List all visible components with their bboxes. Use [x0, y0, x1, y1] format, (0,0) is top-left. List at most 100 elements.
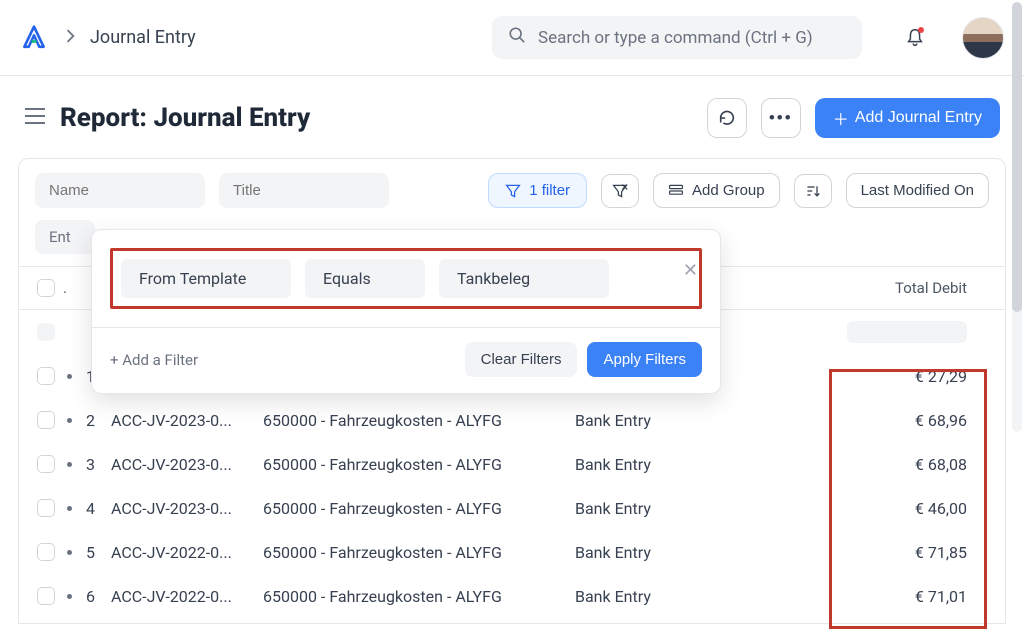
row-number: 3 [77, 455, 101, 474]
loading-skeleton [37, 323, 55, 341]
filter-button-label: 1 filter [529, 182, 570, 199]
table-row[interactable]: 3ACC-JV-2023-0...650000 - Fahrzeugkosten… [19, 442, 1005, 486]
filter-remove-button[interactable]: ✕ [677, 260, 704, 281]
avatar[interactable] [962, 17, 1004, 59]
cell-title: 650000 - Fahrzeugkosten - ALYFG [263, 543, 575, 562]
status-dot-icon [67, 550, 72, 555]
search-placeholder: Search or type a command (Ctrl + G) [538, 28, 813, 48]
table-row[interactable]: 6ACC-JV-2022-0...650000 - Fahrzeugkosten… [19, 574, 1005, 618]
cell-name[interactable]: ACC-JV-2023-0... [101, 499, 263, 518]
entry-type-filter-input[interactable]: Ent [35, 220, 95, 254]
cell-total-debit: € 71,01 [719, 587, 995, 606]
cell-total-debit: € 68,08 [719, 455, 995, 474]
search-wrap: Search or type a command (Ctrl + G) [492, 16, 862, 59]
name-filter-input[interactable] [35, 173, 205, 208]
clear-filter-button[interactable] [601, 174, 639, 208]
table-row[interactable]: 5ACC-JV-2022-0...650000 - Fahrzeugkosten… [19, 530, 1005, 574]
row-checkbox[interactable] [37, 411, 55, 429]
row-number: 6 [77, 587, 101, 606]
add-button-label: Add Journal Entry [855, 109, 982, 127]
cell-entry-type: Bank Entry [575, 587, 719, 606]
filter-field-select[interactable]: From Template [121, 259, 291, 298]
cell-title: 650000 - Fahrzeugkosten - ALYFG [263, 411, 575, 430]
breadcrumb-chevron-icon [64, 28, 78, 47]
add-group-label: Add Group [692, 182, 765, 199]
apply-filters-button[interactable]: Apply Filters [587, 342, 702, 377]
filter-button[interactable]: 1 filter [488, 173, 587, 208]
sort-icon [805, 183, 821, 199]
table-row[interactable]: 2ACC-JV-2023-0...650000 - Fahrzeugkosten… [19, 398, 1005, 442]
topbar: Journal Entry Search or type a command (… [0, 0, 1024, 76]
row-number: 5 [77, 543, 101, 562]
cell-entry-type: Bank Entry [575, 499, 719, 518]
last-modified-label: Last Modified On [861, 182, 974, 199]
cell-total-debit: € 27,29 [719, 367, 995, 386]
status-dot-icon [67, 506, 72, 511]
cell-name[interactable]: ACC-JV-2023-0... [101, 455, 263, 474]
filter-condition-row: From Template Equals Tankbeleg [110, 248, 702, 309]
search-icon [508, 26, 526, 49]
cell-entry-type: Bank Entry [575, 543, 719, 562]
notification-dot-icon [918, 27, 924, 33]
group-icon [668, 183, 684, 199]
page-header: Report: Journal Entry ••• ＋ Add Journal … [0, 76, 1024, 158]
cell-name[interactable]: ACC-JV-2022-0... [101, 587, 263, 606]
add-group-button[interactable]: Add Group [653, 173, 780, 208]
last-modified-button[interactable]: Last Modified On [846, 173, 989, 208]
filter-value-input[interactable]: Tankbeleg [439, 259, 609, 298]
row-number: 4 [77, 499, 101, 518]
row-checkbox[interactable] [37, 499, 55, 517]
filter-operator-select[interactable]: Equals [305, 259, 425, 298]
more-menu-button[interactable]: ••• [761, 98, 801, 138]
cell-name[interactable]: ACC-JV-2022-0... [101, 543, 263, 562]
divider [92, 327, 720, 328]
filter-popover: From Template Equals Tankbeleg ✕ + Add a… [91, 229, 721, 394]
loading-skeleton [847, 321, 967, 343]
breadcrumb[interactable]: Journal Entry [90, 27, 196, 48]
sidebar-toggle-button[interactable] [24, 107, 46, 129]
cell-total-debit: € 71,85 [719, 543, 995, 562]
status-column-header: . [63, 279, 77, 297]
page-title: Report: Journal Entry [60, 103, 310, 133]
cell-title: 650000 - Fahrzeugkosten - ALYFG [263, 587, 575, 606]
status-dot-icon [67, 418, 72, 423]
scrollbar[interactable] [1012, 2, 1022, 432]
clear-filters-button[interactable]: Clear Filters [465, 342, 578, 377]
select-all-checkbox[interactable] [37, 279, 55, 297]
popover-actions: + Add a Filter Clear Filters Apply Filte… [110, 342, 702, 377]
title-filter-input[interactable] [219, 173, 389, 208]
status-dot-icon [67, 594, 72, 599]
row-checkbox[interactable] [37, 587, 55, 605]
scroll-thumb[interactable] [1012, 2, 1022, 312]
cell-total-debit: € 46,00 [719, 499, 995, 518]
refresh-icon [718, 109, 736, 127]
ellipsis-icon: ••• [769, 108, 793, 128]
filter-icon [505, 183, 521, 199]
toolbar: 1 filter Add Group Last M [19, 159, 1005, 216]
cell-entry-type: Bank Entry [575, 455, 719, 474]
add-journal-entry-button[interactable]: ＋ Add Journal Entry [815, 98, 1000, 138]
status-dot-icon [67, 374, 72, 379]
refresh-button[interactable] [707, 98, 747, 138]
sort-button[interactable] [794, 174, 832, 208]
table-row[interactable]: 4ACC-JV-2023-0...650000 - Fahrzeugkosten… [19, 486, 1005, 530]
notifications-button[interactable] [902, 25, 928, 51]
report-card: 1 filter Add Group Last M [18, 158, 1006, 624]
cell-title: 650000 - Fahrzeugkosten - ALYFG [263, 455, 575, 474]
row-checkbox[interactable] [37, 367, 55, 385]
cell-name[interactable]: ACC-JV-2023-0... [101, 411, 263, 430]
cell-entry-type: Bank Entry [575, 411, 719, 430]
app-logo[interactable] [20, 24, 48, 52]
plus-icon: ＋ [833, 106, 849, 130]
close-icon: ✕ [683, 260, 698, 281]
cell-title: 650000 - Fahrzeugkosten - ALYFG [263, 499, 575, 518]
status-dot-icon [67, 462, 72, 467]
filter-clear-icon [612, 183, 628, 199]
row-checkbox[interactable] [37, 543, 55, 561]
add-filter-button[interactable]: + Add a Filter [110, 351, 198, 369]
search-input[interactable]: Search or type a command (Ctrl + G) [492, 16, 862, 59]
cell-total-debit: € 68,96 [719, 411, 995, 430]
row-number: 2 [77, 411, 101, 430]
row-checkbox[interactable] [37, 455, 55, 473]
menu-icon [24, 107, 46, 125]
